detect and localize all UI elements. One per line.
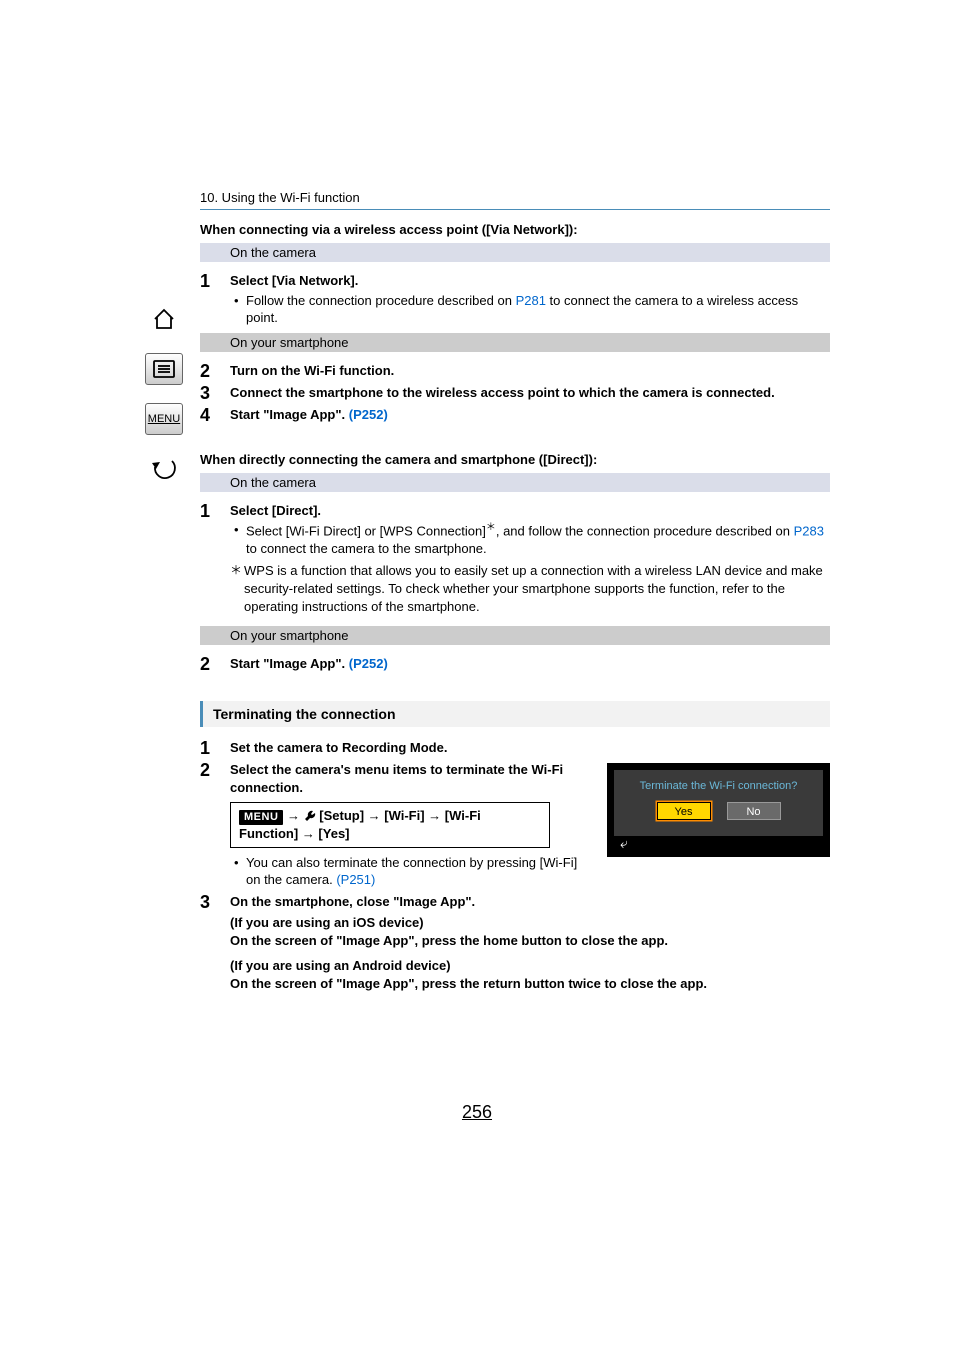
section-heading-via-network: When connecting via a wireless access po…: [200, 222, 830, 237]
step-detail: You can also terminate the connection by…: [246, 854, 595, 889]
ios-heading: (If you are using an iOS device): [230, 914, 830, 932]
bullet-icon: •: [234, 521, 246, 557]
step-title: Start "Image App".: [230, 656, 349, 671]
step-title: Select [Via Network].: [230, 273, 358, 288]
step-number: 2: [200, 655, 230, 673]
sub-heading-on-camera: On the camera: [200, 243, 830, 262]
list-item: 1 Select [Direct]. • Select [Wi-Fi Direc…: [200, 502, 830, 558]
step-number: 1: [200, 272, 230, 327]
sub-heading-on-smartphone: On your smartphone: [200, 333, 830, 352]
bullet-icon: •: [234, 292, 246, 327]
sidebar-nav: MENU: [144, 303, 184, 485]
step-number: 1: [200, 502, 230, 558]
menu-badge: MENU: [239, 810, 283, 825]
camera-dialog-illustration: Terminate the Wi-Fi connection? Yes No ⤶: [607, 763, 830, 857]
wrench-icon: [304, 810, 316, 822]
dialog-yes-button: Yes: [657, 802, 711, 820]
page-link[interactable]: P281: [516, 293, 546, 308]
menu-button[interactable]: MENU: [145, 403, 183, 435]
section-heading-terminating: Terminating the connection: [200, 701, 830, 727]
page-link[interactable]: (P251): [336, 872, 375, 887]
list-item: 3 Connect the smartphone to the wireless…: [200, 384, 830, 402]
back-button[interactable]: [145, 453, 183, 485]
page-link[interactable]: (P252): [349, 407, 388, 422]
bullet-icon: •: [234, 854, 246, 889]
home-button[interactable]: [145, 303, 183, 335]
return-icon: ⤶: [614, 836, 823, 850]
page-link[interactable]: (P252): [349, 656, 388, 671]
chapter-title: 10. Using the Wi-Fi function: [200, 190, 830, 210]
menu-path: MENU → [Setup] → [Wi-Fi] → [Wi-Fi Functi…: [230, 802, 550, 847]
step-number: 4: [200, 406, 230, 424]
page-number: 256: [0, 1102, 954, 1123]
list-item: 2 Start "Image App". (P252): [200, 655, 830, 673]
step-title: Start "Image App".: [230, 407, 349, 422]
step-detail: Follow the connection procedure describe…: [246, 292, 830, 327]
list-item: 4 Start "Image App". (P252): [200, 406, 830, 424]
list-item: 2 Select the camera's menu items to term…: [200, 761, 595, 889]
menu-button-label: MENU: [148, 413, 180, 425]
step-title: On the smartphone, close "Image App".: [230, 894, 475, 909]
dialog-title: Terminate the Wi-Fi connection?: [614, 776, 823, 802]
sub-heading-on-camera: On the camera: [200, 473, 830, 492]
step-number: 2: [200, 761, 230, 889]
list-item: 3 On the smartphone, close "Image App". …: [200, 893, 830, 993]
list-icon: [151, 359, 177, 379]
step-title: Turn on the Wi-Fi function.: [230, 363, 394, 378]
step-detail: Select [Wi-Fi Direct] or [WPS Connection…: [246, 521, 830, 557]
sub-heading-on-smartphone: On your smartphone: [200, 626, 830, 645]
step-number: 3: [200, 384, 230, 402]
page-content: 10. Using the Wi-Fi function When connec…: [200, 190, 830, 996]
step-title: Set the camera to Recording Mode.: [230, 740, 447, 755]
step-title: Select the camera's menu items to termin…: [230, 762, 563, 795]
section-heading-direct: When directly connecting the camera and …: [200, 452, 830, 467]
android-heading: (If you are using an Android device): [230, 957, 830, 975]
step-title: Connect the smartphone to the wireless a…: [230, 385, 775, 400]
footnote: ＊ WPS is a function that allows you to e…: [200, 562, 830, 617]
home-icon: [151, 307, 177, 331]
list-item: 1 Set the camera to Recording Mode.: [200, 739, 830, 757]
back-arrow-icon: [150, 457, 178, 481]
android-instructions: On the screen of "Image App", press the …: [230, 975, 830, 993]
list-item: 2 Turn on the Wi-Fi function.: [200, 362, 830, 380]
step-title: Select [Direct].: [230, 503, 321, 518]
dialog-no-button: No: [727, 802, 781, 820]
list-item: 1 Select [Via Network]. • Follow the con…: [200, 272, 830, 327]
page-link[interactable]: P283: [794, 524, 824, 539]
step-number: 3: [200, 893, 230, 993]
step-number: 1: [200, 739, 230, 757]
toc-button[interactable]: [145, 353, 183, 385]
step-number: 2: [200, 362, 230, 380]
ios-instructions: On the screen of "Image App", press the …: [230, 932, 830, 950]
